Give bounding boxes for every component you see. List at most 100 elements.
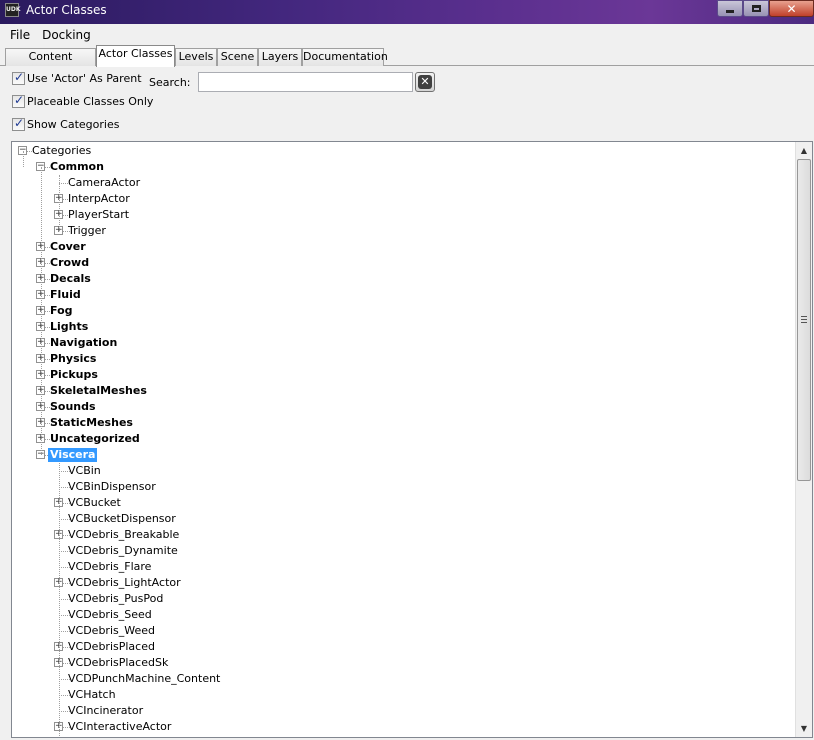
use-actor-parent-label: Use 'Actor' As Parent <box>27 72 142 85</box>
tree-item-label: Trigger <box>68 224 106 237</box>
scroll-up-icon[interactable]: ▲ <box>796 142 812 159</box>
tree-item-label: VCDebris_Breakable <box>68 528 180 541</box>
tree-category-row[interactable]: + Fog <box>12 303 792 319</box>
tree-class-row[interactable]: VCDPunchMachine_Content <box>12 671 792 687</box>
placeable-only-label: Placeable Classes Only <box>27 95 154 108</box>
tree-category-row[interactable]: − Common <box>12 159 792 175</box>
tree-category-row[interactable]: + StaticMeshes <box>12 415 792 431</box>
tree-class-row[interactable]: VCIncinerator <box>12 703 792 719</box>
tree-class-row[interactable]: + VCInteractiveActor <box>12 719 792 735</box>
tree-class-row[interactable]: VCDebris_Dynamite <box>12 543 792 559</box>
tree-item-label: Decals <box>50 272 91 285</box>
tree-item-label: VCDebris_LightActor <box>68 576 181 589</box>
tree-item-label: VCBinDispensor <box>68 480 156 493</box>
use-actor-parent-checkbox[interactable] <box>12 70 25 85</box>
tree-item-label: Navigation <box>50 336 118 349</box>
tree-class-row[interactable]: VCBinDispensor <box>12 479 792 495</box>
tree-item-label: SkeletalMeshes <box>50 384 147 397</box>
tree-item-label: VCHatch <box>68 688 116 701</box>
tree-class-row[interactable]: + Trigger <box>12 223 792 239</box>
grip-icon <box>801 316 807 323</box>
tree-item-label: VCDebris_Flare <box>68 560 152 573</box>
tree-class-row[interactable]: CameraActor <box>12 175 792 191</box>
search-input[interactable] <box>198 72 413 92</box>
tree-class-row[interactable]: VCDebris_PusPod <box>12 591 792 607</box>
tree-item-label: VCDebris_Weed <box>68 624 155 637</box>
tree-class-row[interactable]: VCBin <box>12 463 792 479</box>
tab-levels[interactable]: Levels <box>175 48 217 66</box>
tree-item-label: VCDebris_Seed <box>68 608 152 621</box>
tree-item-label: VCDebrisPlacedSk <box>68 656 169 669</box>
tree-item-label: Common <box>50 160 104 173</box>
tab-layers[interactable]: Layers <box>258 48 302 66</box>
minimize-icon <box>726 10 734 13</box>
maximize-button[interactable] <box>743 0 769 17</box>
tree-connector-line <box>59 175 60 231</box>
tree-category-row[interactable]: + Lights <box>12 319 792 335</box>
tree-class-row[interactable]: + VCDebris_LightActor <box>12 575 792 591</box>
placeable-only-checkbox[interactable] <box>12 93 25 108</box>
show-categories-label: Show Categories <box>27 118 120 131</box>
tree-category-row[interactable]: + Uncategorized <box>12 431 792 447</box>
tree-category-row[interactable]: + Pickups <box>12 367 792 383</box>
tree-class-row[interactable]: + InterpActor <box>12 191 792 207</box>
menu-docking[interactable]: Docking <box>36 28 97 42</box>
show-categories-checkbox[interactable] <box>12 116 25 131</box>
tree-item-label: VCInteractiveActor <box>68 720 172 733</box>
tree-class-row[interactable]: + VCDebris_Breakable <box>12 527 792 543</box>
tab-scene[interactable]: Scene <box>217 48 258 66</box>
minimize-button[interactable] <box>717 0 743 17</box>
tree-class-row[interactable]: VCDebris_Seed <box>12 607 792 623</box>
tree-item-label: PlayerStart <box>68 208 130 221</box>
tree-item-label: VCDebris_PusPod <box>68 592 164 605</box>
tree-item-label: Cover <box>50 240 86 253</box>
tree-item-label: Lights <box>50 320 89 333</box>
tree-class-row[interactable]: VCDebris_Flare <box>12 559 792 575</box>
window-title: Actor Classes <box>26 3 107 17</box>
actor-class-tree[interactable]: − Categories − Common CameraActor + InterpActo… <box>11 141 813 738</box>
clear-search-button[interactable]: ✕ <box>415 72 435 92</box>
tree-category-row[interactable]: + Fluid <box>12 287 792 303</box>
close-button[interactable]: ✕ <box>769 0 814 17</box>
tab-content-browser[interactable]: Content Browser <box>5 48 96 79</box>
scrollbar-thumb[interactable] <box>797 159 811 481</box>
tree-item-label: Fog <box>50 304 73 317</box>
title-bar: UDK Actor Classes ✕ <box>0 0 814 24</box>
tree-category-row[interactable]: − Viscera <box>12 447 792 463</box>
tree-class-row[interactable]: + VCDebrisPlacedSk <box>12 655 792 671</box>
tree-root-row[interactable]: − Categories <box>12 143 792 159</box>
tree-class-row[interactable]: + PlayerStart <box>12 207 792 223</box>
tree-item-label: StaticMeshes <box>50 416 133 429</box>
tree-class-row[interactable]: VCDebris_Weed <box>12 623 792 639</box>
tree-class-row[interactable]: + VCBucket <box>12 495 792 511</box>
tab-actor-classes[interactable]: Actor Classes <box>96 45 175 67</box>
search-label: Search: <box>149 76 191 89</box>
tree-item-label: VCIncinerator <box>68 704 144 717</box>
close-icon: ✕ <box>786 1 797 16</box>
tree-vertical-scrollbar[interactable]: ▲ ▼ <box>795 142 812 737</box>
tree-item-label: Physics <box>50 352 97 365</box>
tree-item-label: VCBucket <box>68 496 121 509</box>
tree-category-row[interactable]: + Decals <box>12 271 792 287</box>
tree-category-row[interactable]: + Navigation <box>12 335 792 351</box>
tab-documentation[interactable]: Documentation <box>302 48 388 66</box>
tree-category-row[interactable]: + Sounds <box>12 399 792 415</box>
tree-class-row[interactable]: VCHatch <box>12 687 792 703</box>
tree-item-label: Pickups <box>50 368 98 381</box>
tree-category-row[interactable]: + Crowd <box>12 255 792 271</box>
tab-bar: Content Browser Actor Classes Levels Sce… <box>0 45 814 79</box>
tree-item-label: VCBucketDispensor <box>68 512 176 525</box>
scroll-down-icon[interactable]: ▼ <box>796 720 812 737</box>
tree-category-row[interactable]: + Physics <box>12 351 792 367</box>
menu-file[interactable]: File <box>4 28 36 42</box>
tree-item-label: VCDebrisPlaced <box>68 640 155 653</box>
tree-connector-line <box>23 151 24 167</box>
tree-class-row[interactable]: VCBucketDispensor <box>12 511 792 527</box>
tree-category-row[interactable]: + Cover <box>12 239 792 255</box>
tree-item-label: Uncategorized <box>50 432 140 445</box>
tree-connector-line <box>41 167 42 455</box>
tree-item-label: CameraActor <box>68 176 141 189</box>
tree-category-row[interactable]: + SkeletalMeshes <box>12 383 792 399</box>
tree-item-label: VCDPunchMachine_Content <box>68 672 221 685</box>
tree-class-row[interactable]: + VCDebrisPlaced <box>12 639 792 655</box>
